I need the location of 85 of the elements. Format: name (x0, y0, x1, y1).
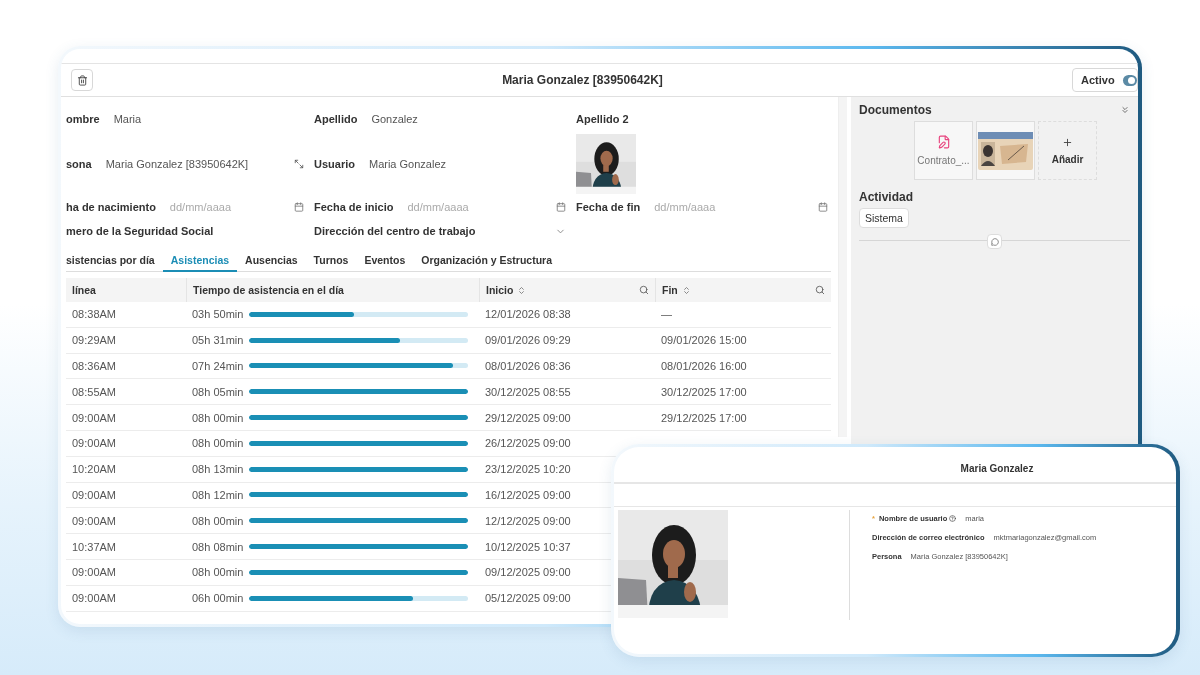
calendar-icon[interactable] (294, 202, 304, 212)
trash-icon (76, 74, 88, 86)
table-cell: 12/01/2026 08:38 (479, 302, 655, 328)
status-toggle[interactable]: Activo (1072, 68, 1138, 92)
duration-text: 08h 13min (192, 463, 244, 476)
duration-text: 03h 50min (192, 308, 244, 321)
table-cell: 08/01/2026 08:36 (479, 353, 655, 380)
file-name: Contrato_... (917, 155, 970, 166)
duration-text: 08h 00min (192, 514, 244, 527)
duration-text: 08h 05min (192, 385, 244, 398)
table-cell: 09:00AM (66, 431, 186, 457)
tab[interactable]: Eventos (356, 251, 414, 272)
document-tile[interactable] (976, 121, 1035, 180)
column-header[interactable]: Fin (662, 284, 678, 296)
duration-text: 07h 24min (192, 360, 244, 372)
duration-text: 05h 31min (192, 334, 244, 347)
table-cell: 09:00AM (66, 508, 186, 535)
search-icon[interactable] (815, 285, 825, 295)
table-cell: 09:00AM (66, 405, 186, 431)
table-cell: — (655, 302, 831, 328)
plus-icon (1062, 136, 1073, 148)
table-cell: 29/12/2025 17:00 (655, 405, 831, 431)
field-value: Maria Gonzalez (368, 158, 446, 170)
table-cell: 29/12/2025 09:00 (479, 405, 655, 431)
document-tile[interactable]: Contrato_... (914, 121, 973, 180)
table-cell: 08:36AM (66, 353, 186, 380)
add-document-button[interactable]: Añadir (1038, 121, 1097, 180)
file-edit-icon (936, 135, 951, 149)
field-label: Apellido (314, 113, 358, 125)
comment-button[interactable] (987, 234, 1002, 249)
expand-icon[interactable] (294, 159, 304, 169)
section-title: Documentos (859, 103, 932, 117)
duration-text: 08h 00min (192, 566, 244, 579)
field-label: ombre (66, 113, 100, 125)
delete-button[interactable] (71, 69, 93, 91)
field-value: Gonzalez (371, 113, 418, 125)
sort-icon[interactable] (681, 285, 691, 295)
table-cell: 09:00AM (66, 482, 186, 509)
table-cell: 09:00AM (66, 559, 186, 586)
duration-text: 08h 00min (192, 437, 244, 450)
duration-text: 08h 12min (192, 488, 244, 501)
table-cell: 08:38AM (66, 302, 186, 328)
table-cell: 10:20AM (66, 456, 186, 483)
sort-icon[interactable] (517, 285, 527, 295)
tab[interactable]: Turnos (305, 251, 357, 272)
scrollbar[interactable] (838, 97, 847, 437)
table-cell: 09/01/2026 09:29 (479, 327, 655, 354)
comment-icon (990, 237, 999, 246)
field-label: Apellido 2 (576, 113, 629, 125)
column-header[interactable]: Inicio (486, 284, 514, 296)
field-label: Dirección del centro de trabajo (314, 225, 477, 237)
table-cell: 08/01/2026 16:00 (655, 353, 831, 380)
table-cell: 08:55AM (66, 379, 186, 406)
column-header: línea (72, 284, 97, 296)
duration-text: 08h 00min (192, 411, 244, 424)
column-header: Tiempo de asistencia en el día (193, 284, 345, 296)
field-label: sona (66, 158, 92, 170)
table-cell: 30/12/2025 08:55 (479, 379, 655, 406)
table-cell: 09/01/2026 15:00 (655, 327, 831, 354)
search-icon[interactable] (639, 285, 649, 295)
card-title: Maria Gonzalez (614, 454, 1176, 484)
table-cell: 10:37AM (66, 534, 186, 560)
field-label: Fecha de inicio (314, 201, 394, 213)
tab[interactable]: sistencias por día (66, 251, 163, 272)
calendar-icon[interactable] (818, 202, 828, 212)
help-icon[interactable] (949, 515, 957, 522)
section-title: Actividad (859, 190, 913, 204)
table-cell: 09:00AM (66, 585, 186, 612)
field-label: ha de nacimiento (66, 201, 156, 213)
calendar-icon[interactable] (556, 202, 566, 212)
table-cell: 30/12/2025 17:00 (655, 379, 831, 406)
field-value[interactable]: Maria Gonzalez [83950642K] (105, 158, 294, 170)
field-label: Usuario (314, 158, 355, 170)
window-title: Maria Gonzalez [83950642K] (501, 73, 664, 87)
tab[interactable]: Ausencias (237, 251, 306, 272)
field-label: Fecha de fin (576, 201, 641, 213)
tab[interactable]: Organización y Estructura (413, 251, 560, 272)
duration-text: 08h 08min (192, 540, 244, 553)
duration-text: 06h 00min (192, 592, 244, 605)
filter-button[interactable]: Sistema (859, 208, 909, 228)
field-value: Maria (113, 113, 142, 125)
tab[interactable]: Asistencias (162, 251, 238, 272)
field-label: mero de la Seguridad Social (66, 225, 214, 237)
table-cell: 09:29AM (66, 327, 186, 354)
collapse-icon[interactable] (1120, 105, 1130, 115)
